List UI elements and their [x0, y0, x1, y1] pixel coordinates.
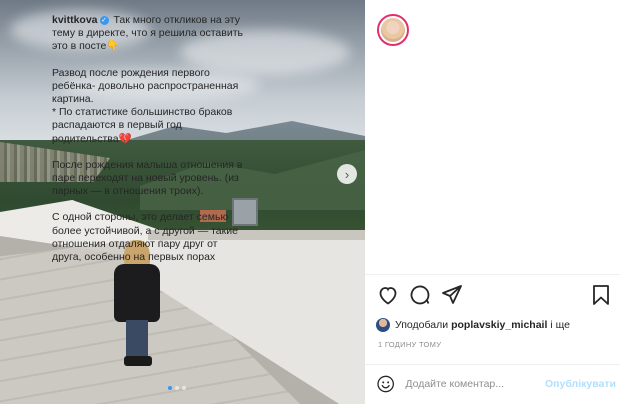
avatar-image [381, 18, 405, 42]
likes-user-link[interactable]: poplavskiy_michail [451, 319, 547, 331]
likes-row: Уподобали poplavskiy_michail і ще [376, 318, 570, 332]
post-comment-button[interactable]: Опублікувати [545, 378, 616, 390]
username-link[interactable]: kvittkova [52, 14, 98, 26]
post-timestamp[interactable]: 1 ГОДИНУ ТОМУ [378, 340, 441, 349]
likes-avatar[interactable] [376, 318, 390, 332]
comment-icon[interactable] [408, 283, 432, 307]
caption: kvittkova ✓ Так много откликов на эту тем… [52, 14, 248, 264]
caption-paragraph: После рождения малыша отношения в паре п… [52, 158, 243, 198]
divider [365, 274, 620, 275]
caption-paragraph: Развод после рождения первого ребёнка- д… [52, 66, 239, 145]
likes-suffix[interactable]: і ще [550, 319, 570, 331]
share-icon[interactable] [440, 283, 464, 307]
emoji-icon[interactable] [376, 374, 395, 394]
carousel-next-button[interactable]: › [337, 164, 357, 184]
verified-icon: ✓ [99, 16, 109, 25]
action-bar [376, 283, 611, 307]
carousel-dot [175, 386, 179, 390]
caption-paragraph: С одной стороны, это делает семью более … [52, 211, 238, 264]
comment-form: Опублікувати [376, 372, 616, 396]
bookmark-icon[interactable] [589, 283, 613, 307]
divider [365, 364, 620, 365]
chevron-right-icon: › [344, 166, 350, 182]
carousel-dot [168, 386, 172, 390]
person-legs [126, 320, 148, 360]
likes-prefix: Уподобали [395, 319, 449, 331]
person-boots [124, 356, 152, 366]
caption-container: kvittkova ✓ Так много откликов на эту тем… [52, 14, 248, 274]
comment-input[interactable] [405, 374, 541, 394]
carousel-indicator [168, 386, 186, 390]
carousel-dot [182, 386, 186, 390]
heart-icon[interactable] [376, 283, 400, 307]
avatar[interactable] [377, 14, 409, 46]
